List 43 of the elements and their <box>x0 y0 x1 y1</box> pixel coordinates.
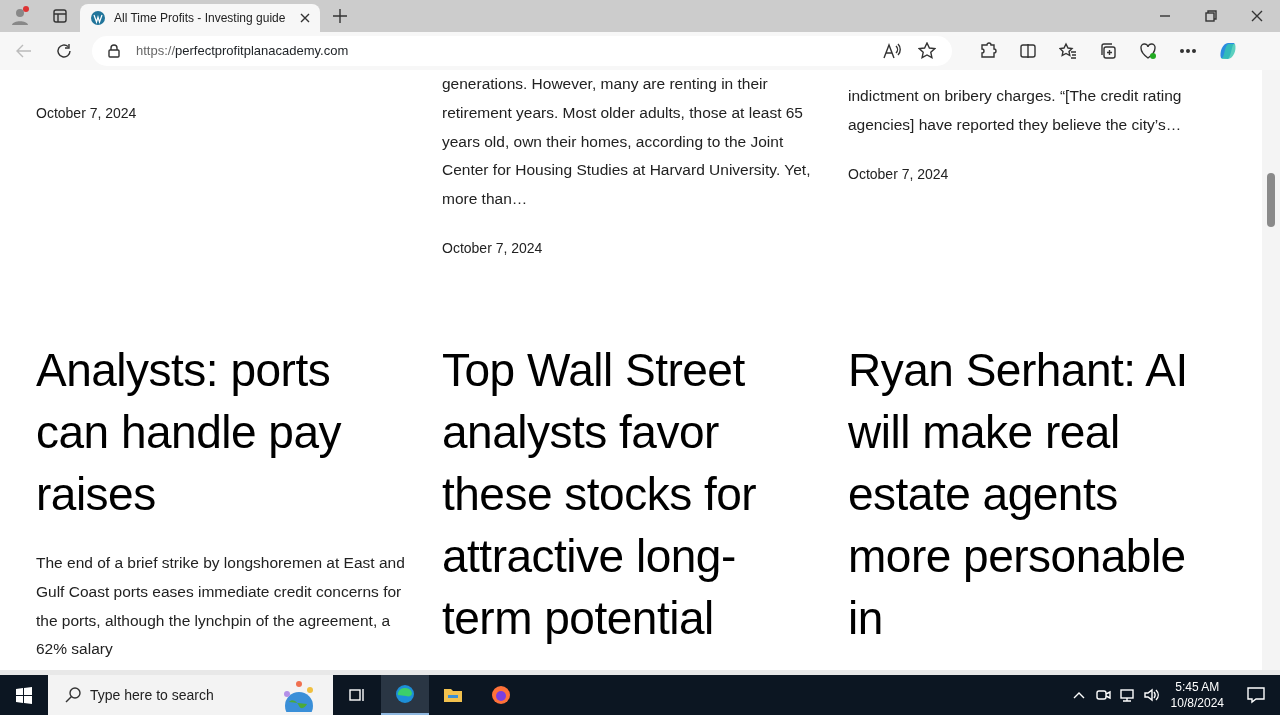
volume-icon[interactable] <box>1142 687 1159 703</box>
taskbar-clock[interactable]: 5:45 AM 10/8/2024 <box>1162 679 1232 711</box>
tab-title: All Time Profits - Investing guide <box>114 10 287 27</box>
search-icon <box>64 686 82 704</box>
close-icon[interactable] <box>300 13 310 23</box>
tab-actions-icon[interactable] <box>52 8 68 24</box>
notifications-icon[interactable] <box>1246 686 1266 704</box>
post-date: October 7, 2024 <box>848 164 950 184</box>
windows-start-icon[interactable] <box>15 686 33 704</box>
profile-icon[interactable] <box>9 5 31 27</box>
task-view-icon[interactable] <box>348 686 366 704</box>
new-tab-icon[interactable] <box>333 9 347 23</box>
restore-icon[interactable] <box>1205 10 1217 22</box>
extensions-icon[interactable] <box>979 42 997 60</box>
network-icon[interactable] <box>1118 687 1135 703</box>
post-excerpt: The end of a brief strike by longshoremen at East and Gulf Coast ports eases immediate credit concerns for the ports, although the lynchpin of the agreement, a 62% salary <box>36 553 406 660</box>
split-screen-icon[interactable] <box>1019 42 1037 60</box>
collections-icon[interactable] <box>1099 42 1117 60</box>
refresh-icon[interactable] <box>55 42 73 60</box>
wordpress-icon <box>90 10 106 26</box>
read-aloud-icon[interactable] <box>882 42 902 60</box>
search-placeholder: Type here to search <box>90 685 215 705</box>
taskbar-app-button[interactable] <box>381 675 429 715</box>
post-title[interactable]: Analysts: ports can handle pay raises <box>36 339 406 525</box>
firefox-icon <box>490 684 512 706</box>
post-excerpt: indictment on bribery charges. “[The credit rating agencies] have reported they believe the city’s… <box>848 86 1183 135</box>
post-excerpt: generations. However, many are renting in their retirement years. Most older adults, those at least 65 years old, own their homes, according to the Joint Center for Housing Studies at Harvard University. Yet, more than… <box>442 74 812 210</box>
address-bar[interactable]: https://perfectprofitplanacademy.com <box>92 36 952 66</box>
favorites-icon[interactable] <box>1059 42 1077 60</box>
taskbar-search-field[interactable]: Type here to search <box>48 675 333 715</box>
post-title[interactable]: Top Wall Street analysts favor these stocks for attractive long-term potential <box>442 339 812 649</box>
edge-icon <box>394 683 416 705</box>
close-icon[interactable] <box>1251 10 1263 22</box>
lock-icon <box>108 44 120 58</box>
browser-tab[interactable]: All Time Profits - Investing guide <box>80 4 320 32</box>
scrollbar-thumb[interactable] <box>1267 173 1275 227</box>
post-date: October 7, 2024 <box>442 239 544 258</box>
post-title[interactable]: Ryan Serhant: AI will make real estate agents more personable in <box>848 339 1208 649</box>
post-date: October 7, 2024 <box>36 104 138 123</box>
url-text: https://perfectprofitplanacademy.com <box>136 42 350 61</box>
scrollbar[interactable] <box>1262 70 1280 670</box>
favorite-star-icon[interactable] <box>918 42 936 60</box>
camera-icon[interactable] <box>1094 687 1111 703</box>
